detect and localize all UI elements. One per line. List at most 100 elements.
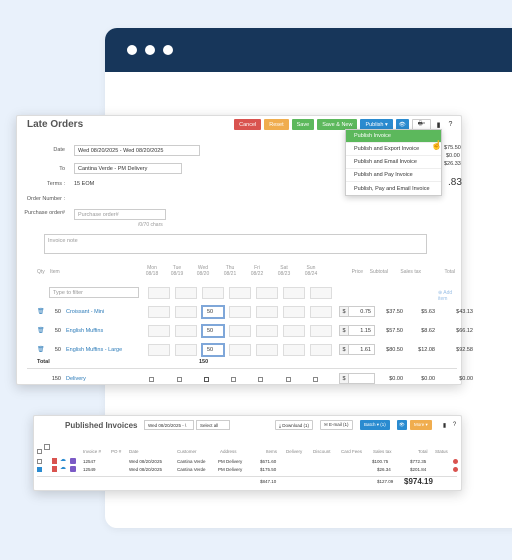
row-checkbox[interactable] [37,459,42,464]
trash-icon[interactable]: 🗑 [37,346,45,353]
po-input[interactable]: Purchase order# [74,209,166,220]
total-label: Total [37,359,50,365]
terms-value: 15 EOM [74,181,95,187]
col-day: Tue 08/19 [170,265,184,277]
day-checkbox[interactable] [286,377,291,382]
published-date-input[interactable]: Wed 08/20/2025 - \ [144,420,194,430]
publish-pay-email-option[interactable]: Publish, Pay and Email Invoice [346,182,441,195]
dollar-sign: $ [340,326,349,335]
page-title: Late Orders [27,119,84,130]
wed-qty-input[interactable]: 50 [201,343,225,357]
day-cell[interactable] [310,306,332,318]
wed-qty-input[interactable]: 50 [201,324,225,338]
dollar-sign: $ [340,307,349,316]
day-cell[interactable] [283,344,305,356]
row-item-link[interactable]: English Muffins - Large [66,347,122,353]
invoice-date: Wed 08/20/2025 [129,467,162,472]
invoice-number[interactable]: 12549 [83,467,96,472]
day-cell[interactable] [229,325,251,337]
row-checkbox-checked[interactable] [37,467,42,472]
download-button[interactable]: ⤓ Download (1) [275,420,314,430]
day-cell[interactable] [310,344,332,356]
day-cell[interactable] [256,287,278,299]
invoice-tax: $26.34 [377,467,391,472]
column-toggle-checkbox[interactable] [44,444,50,450]
help-icon[interactable]: ? [450,420,459,430]
invoice-note-textarea[interactable]: Invoice note [44,234,427,254]
day-cell[interactable] [310,287,332,299]
day-cell[interactable] [148,325,170,337]
day-checkbox[interactable] [231,377,236,382]
day-cell[interactable] [229,287,251,299]
day-checkbox[interactable] [204,377,209,382]
save-button[interactable]: Save [291,119,315,130]
row-item-link[interactable]: English Muffins [66,328,103,334]
cancel-button[interactable]: Cancel [234,119,262,130]
invoice-items: $175.50 [260,467,277,472]
publish-pay-option[interactable]: Publish and Pay Invoice [346,169,441,182]
day-cell[interactable] [256,344,278,356]
invoice-app-icon[interactable] [70,466,76,472]
day-cell[interactable] [229,306,251,318]
day-cell[interactable] [175,325,197,337]
price-input[interactable]: $1.61 [339,344,375,355]
day-cell[interactable] [148,344,170,356]
add-item-link[interactable]: ⊕ Add item [438,290,461,302]
select-all-checkbox[interactable] [37,449,42,454]
date-range-input[interactable]: Wed 08/20/2025 - Wed 08/20/2025 [74,145,200,156]
day-cell[interactable] [148,287,170,299]
day-cell[interactable] [202,287,224,299]
item-filter-input[interactable]: Type to filter [49,287,139,298]
price-input[interactable]: $1.15 [339,325,375,336]
window-dot [145,45,155,55]
more-button[interactable]: More ▾ [410,420,432,430]
reset-button[interactable]: Reset [264,119,289,130]
row-subtotal: $80.50 [386,347,403,353]
trash-icon[interactable]: 🗑 [37,308,45,315]
day-cell[interactable] [310,325,332,337]
batch-button[interactable]: Batch ▾ (1) [360,420,390,430]
help-icon[interactable]: ? [446,119,455,130]
publish-dropdown-menu: Publish Invoice Publish and Export Invoi… [345,129,442,196]
col-day: Sat 08/23 [277,265,291,277]
day-cell[interactable] [148,306,170,318]
publish-email-option[interactable]: Publish and Email Invoice [346,156,441,169]
day-checkbox[interactable] [313,377,318,382]
day-cell[interactable] [283,287,305,299]
to-input[interactable]: Cantina Verde - PM Delivery [74,163,182,174]
day-cell[interactable] [256,325,278,337]
day-checkbox[interactable] [258,377,263,382]
day-checkbox[interactable] [149,377,154,382]
book-icon[interactable]: ▮ [440,420,449,430]
delivery-price-input[interactable]: $ [339,373,375,384]
col-total: Total [418,449,428,454]
delivery-item-link[interactable]: Delivery [66,376,86,382]
invoice-number[interactable]: 12547 [83,459,96,464]
invoice-app-icon[interactable] [70,458,76,464]
row-item-link[interactable]: Croissant - Mini [66,309,104,315]
select-all-dropdown[interactable]: Select all [196,420,230,430]
publish-invoice-option[interactable]: Publish Invoice [346,130,441,143]
pdf-icon[interactable] [52,466,57,472]
day-cell[interactable] [283,306,305,318]
wed-qty-input[interactable]: 50 [201,305,225,319]
trash-icon[interactable]: 🗑 [37,327,45,334]
day-cell[interactable] [175,344,197,356]
day-cell[interactable] [175,306,197,318]
day-checkbox[interactable] [177,377,182,382]
day-cell[interactable] [229,344,251,356]
day-cell[interactable] [256,306,278,318]
day-cell[interactable] [175,287,197,299]
cloud-icon[interactable]: ☁ [60,464,66,471]
publish-export-option[interactable]: Publish and Export Invoice [346,143,441,156]
price-input[interactable]: $0.75 [339,306,375,317]
preview-eye-button[interactable]: 👁 [397,420,407,430]
summary-discount: $0.00 [446,153,460,159]
row-tax: $8.62 [421,328,435,334]
pdf-icon[interactable] [52,458,57,464]
cloud-icon[interactable]: ☁ [60,456,66,463]
divider [27,368,457,369]
day-cell[interactable] [283,325,305,337]
browser-title-bar [105,28,512,72]
email-button[interactable]: ✉ E-mail (1) [320,420,353,430]
